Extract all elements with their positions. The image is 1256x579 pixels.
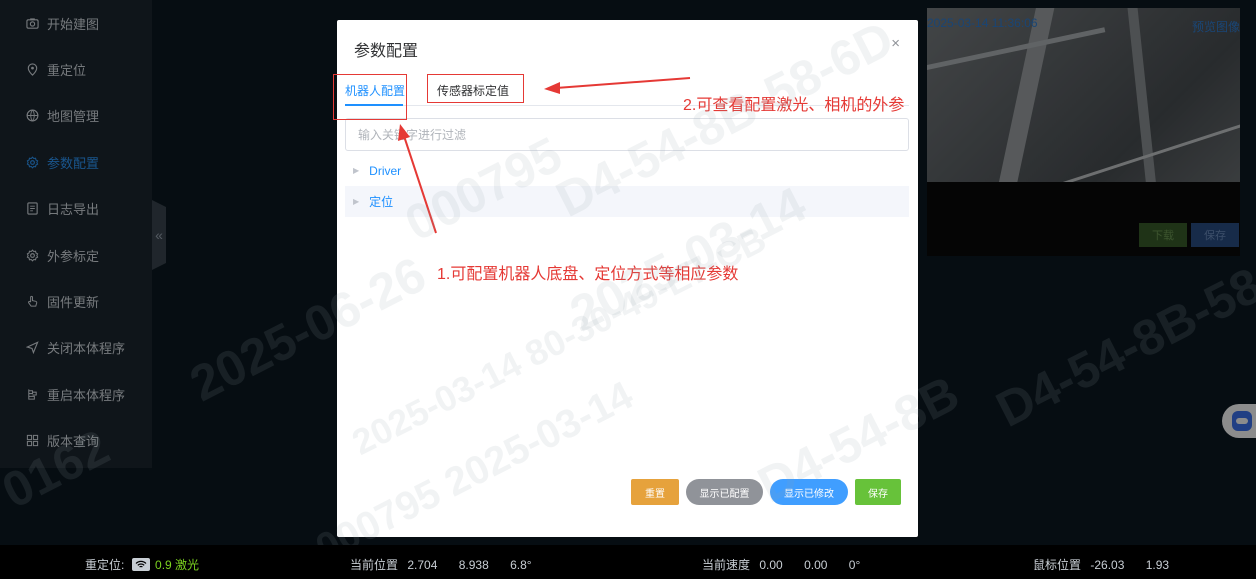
tree-node-localization[interactable]: ▶ 定位 xyxy=(345,186,909,217)
dialog-title: 参数配置 xyxy=(354,43,419,60)
current-speed: 当前速度 0.00 0.00 0° xyxy=(702,556,860,573)
speed-theta: 0° xyxy=(848,558,861,572)
caret-right-icon: ▶ xyxy=(353,166,360,175)
relocate-label: 重定位: xyxy=(85,558,125,572)
tree-node-label: 定位 xyxy=(369,195,394,209)
status-bar: 重定位: 0.9 激光 当前位置 2.704 8.938 6.8° 当前速度 0… xyxy=(0,545,1256,579)
relocate-value: 0.9 激光 xyxy=(155,558,200,572)
current-position: 当前位置 2.704 8.938 6.8° xyxy=(350,556,532,573)
speed-y: 0.00 xyxy=(804,558,828,572)
reset-button[interactable]: 重置 xyxy=(631,479,679,505)
wifi-signal-icon xyxy=(131,558,150,571)
tree-node-driver[interactable]: ▶ Driver xyxy=(345,155,909,186)
position-label: 当前位置 xyxy=(350,558,399,572)
mouse-label: 鼠标位置 xyxy=(1033,558,1082,572)
show-modified-button[interactable]: 显示已修改 xyxy=(770,479,848,505)
speed-x: 0.00 xyxy=(759,558,783,572)
annotation-note-2: 2.可查看配置激光、相机的外参 xyxy=(683,97,905,114)
mouse-y: 1.93 xyxy=(1145,558,1170,572)
tree-node-label: Driver xyxy=(369,163,402,178)
annotation-box-robot-config xyxy=(333,74,407,120)
position-x: 2.704 xyxy=(407,558,438,572)
annotation-note-1: 1.可配置机器人底盘、定位方式等相应参数 xyxy=(437,266,739,283)
caret-right-icon: ▶ xyxy=(353,197,360,206)
save-button[interactable]: 保存 xyxy=(855,479,901,505)
mouse-position: 鼠标位置 -26.03 1.93 xyxy=(1033,556,1169,573)
position-theta: 6.8° xyxy=(510,558,532,572)
speed-label: 当前速度 xyxy=(702,558,751,572)
mouse-x: -26.03 xyxy=(1090,558,1125,572)
position-y: 8.938 xyxy=(458,558,489,572)
annotation-box-sensor-calibration xyxy=(427,74,524,103)
show-configured-button[interactable]: 显示已配置 xyxy=(686,479,763,505)
relocate-status: 重定位: 0.9 激光 xyxy=(85,556,199,573)
close-icon[interactable]: × xyxy=(891,35,900,52)
filter-input[interactable] xyxy=(345,118,909,151)
